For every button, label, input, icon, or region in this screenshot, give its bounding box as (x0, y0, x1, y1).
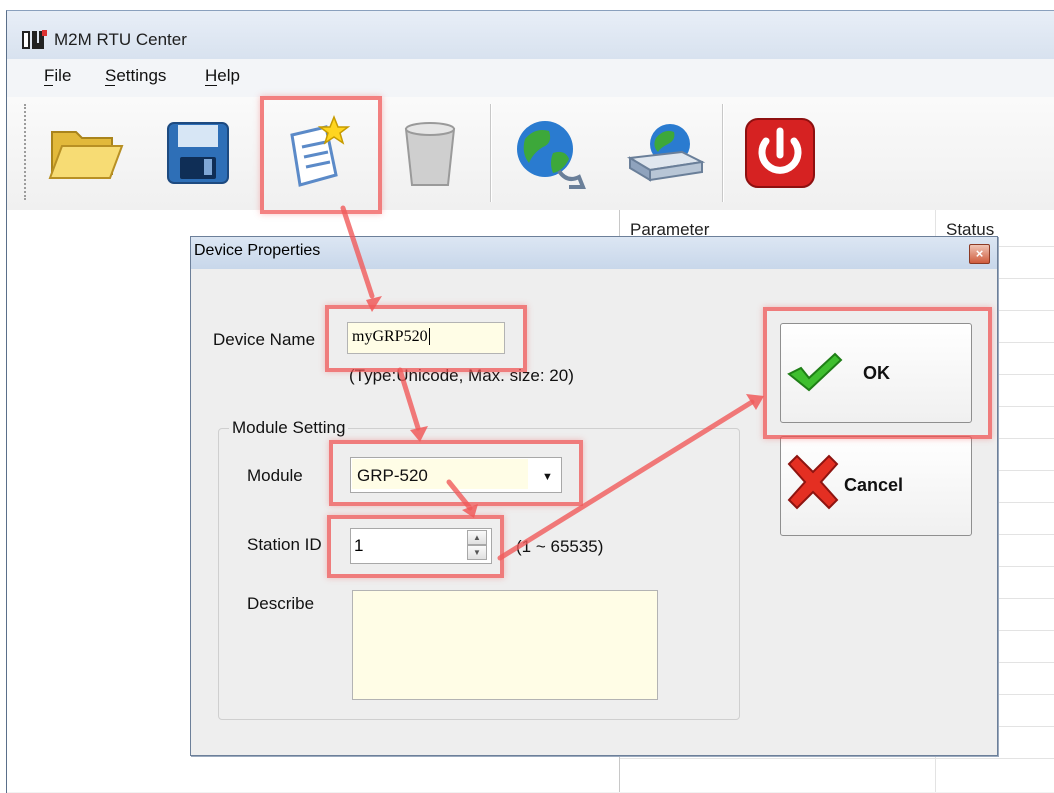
menu-settings-label: Settings (105, 66, 167, 85)
new-document-star-icon (290, 114, 351, 187)
device-name-label: Device Name (213, 330, 316, 349)
chevron-down-icon[interactable]: ▼ (542, 471, 553, 483)
open-button[interactable] (36, 105, 136, 200)
close-icon: × (975, 246, 984, 261)
menu-file[interactable]: File (44, 66, 71, 86)
exit-button[interactable] (730, 105, 830, 200)
menu-file-label: File (44, 66, 72, 85)
toolbar-separator (490, 104, 492, 202)
trash-can-icon (404, 121, 456, 186)
module-select-value: GRP-520 (357, 466, 428, 485)
window-title: M2M RTU Center (54, 30, 187, 49)
device-name-value: myGRP520 (352, 328, 428, 345)
device-name-input[interactable]: myGRP520​ (347, 322, 505, 354)
app-logo-icon (22, 30, 47, 49)
toolbar-grip[interactable] (24, 104, 29, 200)
station-id-spinner: ▲ ▼ (467, 530, 487, 560)
save-button[interactable] (148, 105, 248, 200)
spin-up-icon[interactable]: ▲ (467, 530, 487, 545)
menu-help-label: Help (205, 66, 240, 85)
describe-label: Describe (247, 594, 315, 613)
save-disk-icon (167, 121, 229, 184)
spin-down-icon[interactable]: ▼ (467, 545, 487, 560)
toolbar-separator (722, 104, 724, 202)
module-setting-title: Module Setting (229, 418, 349, 438)
globe-connect-icon (517, 120, 586, 189)
cancel-x-icon (787, 454, 839, 510)
menu-help[interactable]: Help (205, 66, 240, 86)
module-label: Module (247, 466, 303, 485)
text-caret: ​ (428, 328, 430, 345)
ok-button-label: OK (863, 363, 890, 383)
power-icon (745, 117, 815, 188)
connect-button[interactable] (499, 105, 599, 200)
dialog-title: Device Properties (194, 242, 321, 259)
server-button[interactable] (615, 105, 715, 200)
grid-row-line (620, 758, 1054, 759)
open-folder-icon (48, 130, 124, 179)
globe-server-icon (626, 123, 706, 182)
device-name-hint: (Type:Unicode, Max. size: 20) (349, 366, 574, 385)
station-id-label: Station ID (247, 535, 322, 554)
station-id-range: (1 ~ 65535) (516, 537, 604, 556)
cancel-button-label: Cancel (844, 475, 904, 495)
menu-settings[interactable]: Settings (105, 66, 166, 86)
menu-settings-mnemonic (105, 85, 115, 86)
menu-help-mnemonic (205, 85, 217, 86)
checkmark-icon (787, 352, 843, 392)
station-id-value: 1 (354, 536, 364, 555)
new-device-button[interactable] (266, 105, 366, 200)
dialog-close-button[interactable]: × (969, 244, 990, 264)
menu-file-mnemonic (44, 85, 53, 86)
describe-textarea[interactable] (352, 590, 658, 700)
delete-button[interactable] (380, 105, 480, 200)
